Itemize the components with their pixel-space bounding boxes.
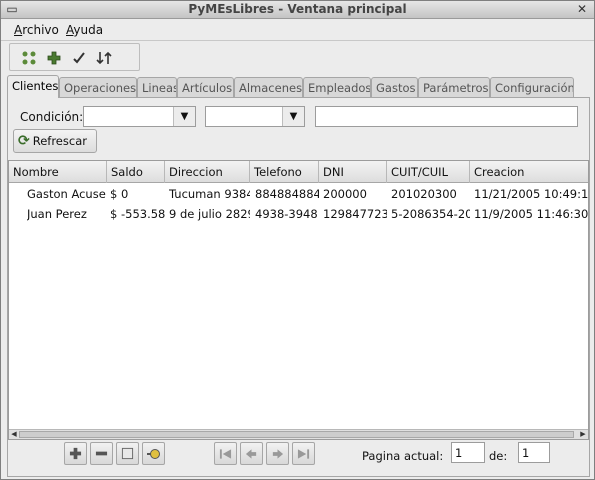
cell-nombre: Juan Perez [27, 207, 87, 221]
refresh-icon: ⟳ [18, 133, 30, 149]
cell-direccion: 9 de julio 2829 [169, 207, 250, 221]
previous-page-button[interactable] [240, 442, 263, 465]
first-page-icon [219, 448, 232, 459]
column-header-saldo[interactable]: Saldo [107, 161, 165, 183]
main-window: ▭ PyMEsLibres - Ventana principal ✕ Arch… [0, 0, 595, 480]
sort-icon[interactable] [93, 47, 115, 69]
current-page-input[interactable]: 1 [451, 442, 485, 463]
grid-icon[interactable] [18, 47, 40, 69]
condition-field-combo[interactable]: ▼ [83, 106, 196, 127]
tab-operaciones[interactable]: Operaciones [59, 77, 137, 97]
scroll-left-icon[interactable]: ◀ [9, 430, 19, 439]
condition-value-input[interactable] [315, 106, 578, 127]
cell-nombre: Gaston Acuse [27, 187, 106, 201]
table-header: Nombre Saldo Direccion Telefono DNI CUIT… [9, 161, 588, 183]
tab-almacenes[interactable]: Almacenes [234, 77, 303, 97]
table-row[interactable]: Gaston Acuse $ 0 Tucuman 9384 884884884 … [9, 184, 588, 204]
cell-direccion: Tucuman 9384 [169, 187, 250, 201]
column-header-nombre[interactable]: Nombre [9, 161, 107, 183]
menu-archivo[interactable]: Archivo [14, 23, 59, 37]
total-pages-label: de: [489, 449, 508, 463]
title-bar[interactable]: ▭ PyMEsLibres - Ventana principal ✕ [1, 1, 594, 19]
refresh-button[interactable]: ⟳ Refrescar [13, 129, 97, 153]
menu-ayuda[interactable]: Ayuda [66, 23, 103, 37]
menu-bar: Archivo Ayuda [1, 20, 594, 41]
refresh-label: Refrescar [32, 134, 87, 148]
toolbar [9, 43, 140, 71]
clients-table[interactable]: Nombre Saldo Direccion Telefono DNI CUIT… [8, 160, 589, 440]
tab-parametros[interactable]: Parámetros [418, 77, 490, 97]
remove-icon [95, 451, 108, 456]
column-header-creacion[interactable]: Creacion [470, 161, 588, 183]
tab-gastos[interactable]: Gastos [371, 77, 418, 97]
next-page-button[interactable] [266, 442, 289, 465]
cell-cuit: 5-2086354-20 [391, 207, 470, 221]
edit-record-button[interactable] [116, 442, 139, 465]
cell-cuit: 201020300 [391, 187, 457, 201]
scrollbar-thumb[interactable] [19, 431, 574, 438]
chevron-down-icon[interactable]: ▼ [282, 107, 304, 126]
last-page-icon [297, 448, 310, 459]
next-icon [272, 448, 284, 459]
cell-telefono: 4938-3948 [255, 207, 318, 221]
column-header-dni[interactable]: DNI [319, 161, 387, 183]
horizontal-scrollbar[interactable]: ◀ ▶ [9, 429, 588, 439]
total-pages-field: 1 [518, 442, 550, 463]
cell-dni: 129847723 [323, 207, 387, 221]
tab-empleados[interactable]: Empleados [303, 77, 371, 97]
add-record-button[interactable] [64, 442, 87, 465]
cell-creacion: 11/9/2005 11:46:30 P [474, 207, 588, 221]
cell-creacion: 11/21/2005 10:49:19 [474, 187, 588, 201]
add-icon [69, 447, 82, 460]
check-icon[interactable] [68, 47, 90, 69]
previous-icon [245, 448, 257, 459]
tab-lineas[interactable]: Lineas [137, 77, 177, 97]
first-page-button[interactable] [214, 442, 237, 465]
column-header-telefono[interactable]: Telefono [250, 161, 319, 183]
close-icon[interactable]: ✕ [575, 3, 589, 17]
search-icon [146, 448, 160, 459]
column-header-direccion[interactable]: Direccion [165, 161, 250, 183]
cell-dni: 200000 [323, 187, 367, 201]
tab-bar: Clientes Operaciones Lineas Artículos Al… [7, 75, 577, 98]
tab-configuracion[interactable]: Configuración [490, 77, 574, 97]
condition-operator-combo[interactable]: ▼ [205, 106, 305, 127]
tab-clientes[interactable]: Clientes [7, 75, 59, 98]
chevron-down-icon[interactable]: ▼ [173, 107, 195, 126]
cell-saldo: $ -553.58 [110, 207, 165, 221]
last-page-button[interactable] [292, 442, 315, 465]
window-title: PyMEsLibres - Ventana principal [188, 2, 407, 16]
current-page-label: Pagina actual: [362, 449, 444, 463]
condition-label: Condición: [20, 110, 84, 124]
add-icon[interactable] [43, 47, 65, 69]
column-header-cuit[interactable]: CUIT/CUIL [387, 161, 470, 183]
remove-record-button[interactable] [90, 442, 113, 465]
document-icon [121, 447, 134, 460]
cell-saldo: $ 0 [110, 187, 129, 201]
scroll-right-icon[interactable]: ▶ [578, 430, 588, 439]
clientes-panel: Condición: ▼ ▼ ⟳ Refrescar Nombre Saldo … [7, 97, 590, 477]
table-row[interactable]: Juan Perez $ -553.58 9 de julio 2829 493… [9, 204, 588, 224]
tab-articulos[interactable]: Artículos [177, 77, 234, 97]
search-record-button[interactable] [142, 442, 165, 465]
cell-telefono: 884884884 [255, 187, 319, 201]
